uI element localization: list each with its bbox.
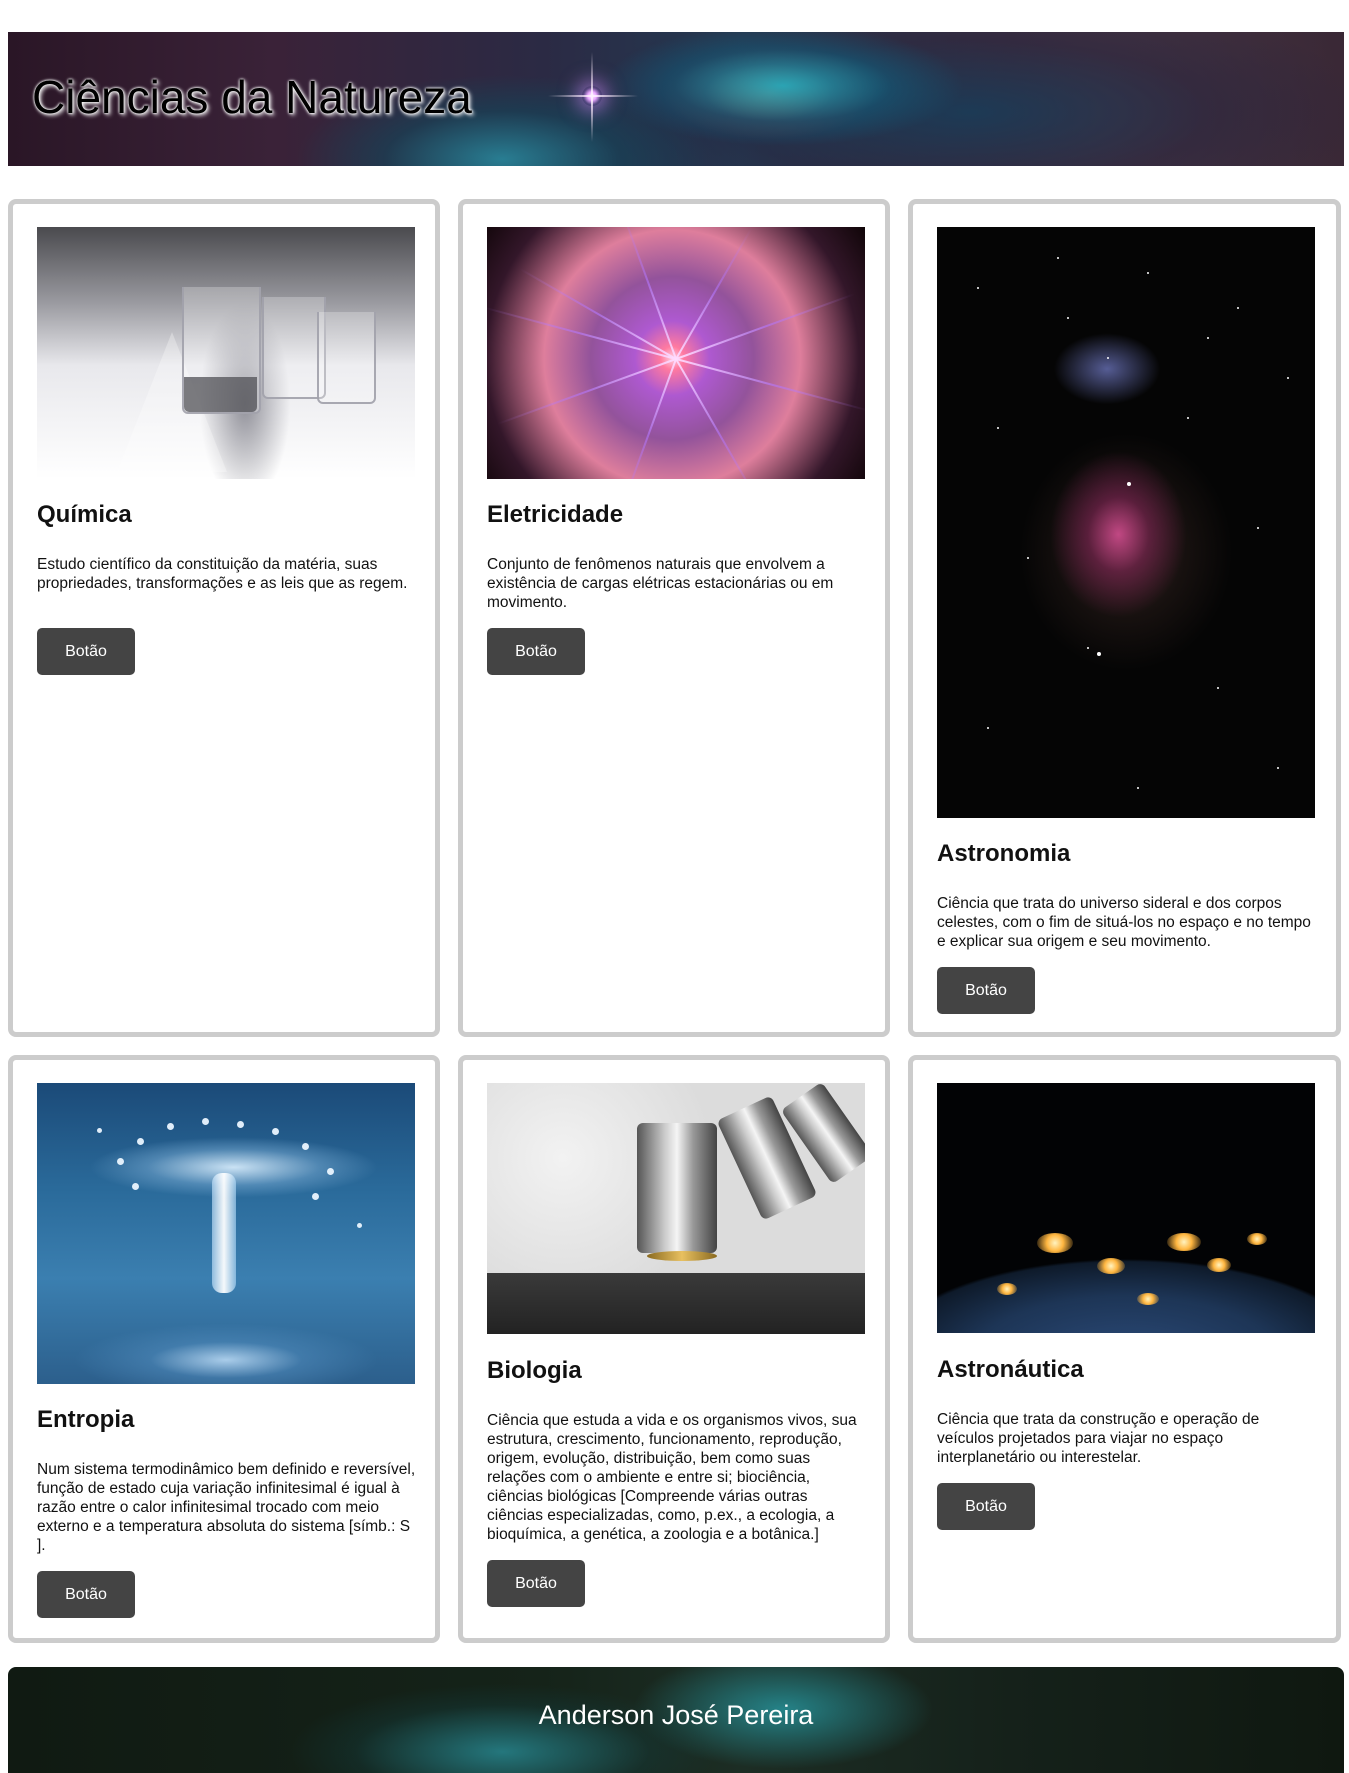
- card-description: Estudo científico da constituição da mat…: [37, 556, 408, 592]
- eletricidade-image: [487, 227, 865, 479]
- biologia-image: [487, 1083, 865, 1334]
- card-eletricidade: Eletricidade Conjunto de fenômenos natur…: [458, 199, 890, 1037]
- card-description: Conjunto de fenômenos naturais que envol…: [487, 556, 834, 611]
- card-button[interactable]: Botão: [37, 1571, 135, 1618]
- card-quimica: Química Estudo científico da constituiçã…: [8, 199, 440, 1037]
- card-title: Entropia: [37, 1406, 135, 1433]
- card-button[interactable]: Botão: [487, 628, 585, 675]
- star-flare-vertical: [591, 52, 593, 142]
- card-title: Astronomia: [937, 840, 1071, 867]
- astronomia-image: [937, 227, 1315, 818]
- entropia-image: [37, 1083, 415, 1384]
- card-title: Astronáutica: [937, 1356, 1084, 1383]
- card-title: Biologia: [487, 1357, 582, 1384]
- card-button[interactable]: Botão: [37, 628, 135, 675]
- card-button[interactable]: Botão: [937, 1483, 1035, 1530]
- astronautica-image: [937, 1083, 1315, 1333]
- card-button[interactable]: Botão: [937, 967, 1035, 1014]
- card-biologia: Biologia Ciência que estuda a vida e os …: [458, 1055, 890, 1643]
- card-title: Eletricidade: [487, 501, 624, 528]
- card-title: Química: [37, 501, 132, 528]
- card-button[interactable]: Botão: [487, 1560, 585, 1607]
- page-header: Ciências da Natureza: [8, 32, 1344, 166]
- card-description: Ciência que trata da construção e operaç…: [937, 1411, 1260, 1466]
- star-flare-horizontal: [548, 95, 638, 97]
- footer-author: Anderson José Pereira: [538, 1700, 814, 1730]
- card-description: Ciência que trata do universo sideral e …: [937, 895, 1311, 950]
- card-entropia: Entropia Num sistema termodinâmico bem d…: [8, 1055, 440, 1643]
- card-astronomia: Astronomia Ciência que trata do universo…: [908, 199, 1341, 1037]
- card-astronautica: Astronáutica Ciência que trata da constr…: [908, 1055, 1341, 1643]
- quimica-image: [37, 227, 415, 479]
- card-description: Num sistema termodinâmico bem definido e…: [37, 1461, 416, 1554]
- page-title: Ciências da Natureza: [32, 71, 472, 123]
- page-footer: Anderson José Pereira: [8, 1667, 1344, 1773]
- card-description: Ciência que estuda a vida e os organismo…: [487, 1412, 857, 1543]
